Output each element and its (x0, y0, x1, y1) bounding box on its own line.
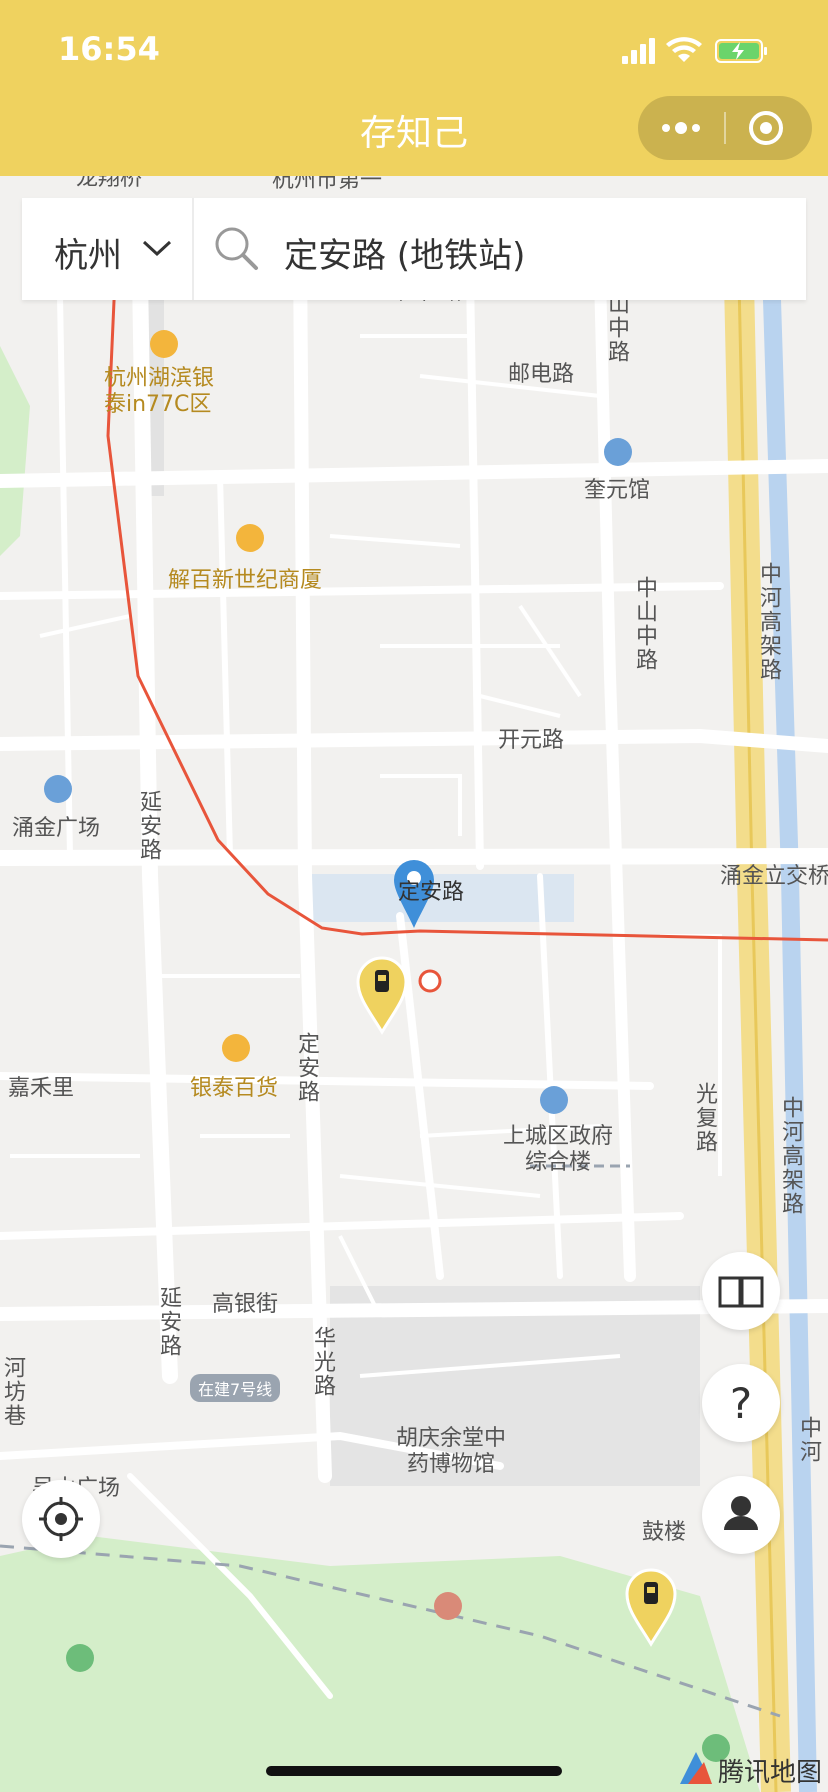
close-button[interactable] (726, 96, 812, 160)
label-zhonghe-bottom: 中河高架路 (778, 1096, 803, 1216)
label-gulou: 鼓楼 (642, 1520, 687, 1545)
signal-wifi-battery-icon (622, 37, 767, 64)
label-dingan-road: 定安路 (294, 1032, 319, 1104)
label-dingan-station: 定安路 (398, 880, 465, 905)
label-jiebai: 解百新世纪商厦 (168, 568, 323, 593)
tencent-map-logo-icon (680, 1752, 712, 1784)
mini-program-capsule (638, 96, 812, 160)
label-kuiyuanguan: 奎元馆 (584, 478, 651, 503)
label-shangcheng-gov: 上城区政府综合楼 (502, 1124, 613, 1175)
status-icons (622, 36, 792, 66)
label-fangxiang: 河坊巷 (0, 1356, 25, 1428)
locate-button[interactable] (22, 1480, 100, 1558)
help-icon: ? (730, 1379, 752, 1428)
label-jiaheli: 嘉禾里 (8, 1076, 75, 1101)
line7-badge: 在建7号线 (190, 1374, 281, 1402)
city-selector[interactable]: 杭州 (22, 198, 192, 300)
guide-button[interactable] (702, 1252, 780, 1330)
status-time: 16:54 (58, 30, 160, 68)
logo-text: 腾讯地图 (718, 1758, 823, 1788)
target-close-icon (749, 111, 783, 145)
search-bar: 杭州 定安路 (地铁站) (22, 198, 806, 300)
label-kaiyuan-road: 开元路 (498, 728, 565, 753)
label-guangfu-road: 光复路 (692, 1082, 717, 1154)
city-name: 杭州 (54, 236, 122, 276)
label-youdian-road: 邮电路 (508, 362, 575, 387)
help-button[interactable]: ? (702, 1364, 780, 1442)
svg-text:?: ? (730, 1379, 752, 1428)
label-intime-dept: 银泰百货 (190, 1076, 279, 1101)
tencent-map-logo: 腾讯地图 (676, 1748, 822, 1788)
locker-marker-1[interactable] (356, 956, 408, 1035)
label-zhonghe-river: 中河 (796, 1416, 821, 1464)
book-icon (718, 1276, 764, 1308)
top-bar: 16:54 存知己 (0, 0, 828, 176)
label-hqy-museum: 胡庆余堂中药博物馆 (395, 1426, 506, 1477)
label-zhonghe-top: 中河高架路 (756, 562, 781, 682)
label-yanan-road-2: 延安路 (156, 1286, 181, 1358)
profile-button[interactable] (702, 1476, 780, 1554)
green-area-left (0, 346, 30, 556)
label-huaguang-road: 华光路 (310, 1326, 335, 1398)
label-in77: 杭州湖滨银泰in77C区 (104, 366, 215, 417)
chevron-down-icon (142, 240, 172, 257)
home-indicator (266, 1766, 562, 1776)
more-dots-icon (662, 122, 700, 134)
search-divider (192, 198, 194, 300)
label-yanan-road-1: 延安路 (136, 790, 161, 862)
person-icon (724, 1496, 758, 1530)
label-zhongshan-zhonglu: 中山中路 (632, 576, 657, 672)
locate-icon (39, 1497, 83, 1541)
more-button[interactable] (638, 96, 724, 160)
search-icon (212, 224, 262, 278)
label-yongjin-interchange: 涌金立交桥 (720, 864, 828, 889)
search-input[interactable]: 定安路 (地铁站) (284, 228, 525, 277)
label-gaoyin-street: 高银街 (212, 1292, 279, 1317)
label-yongjin-plaza: 涌金广场 (12, 816, 101, 841)
label-longxiangqiao: 龙翔桥 (76, 176, 143, 191)
